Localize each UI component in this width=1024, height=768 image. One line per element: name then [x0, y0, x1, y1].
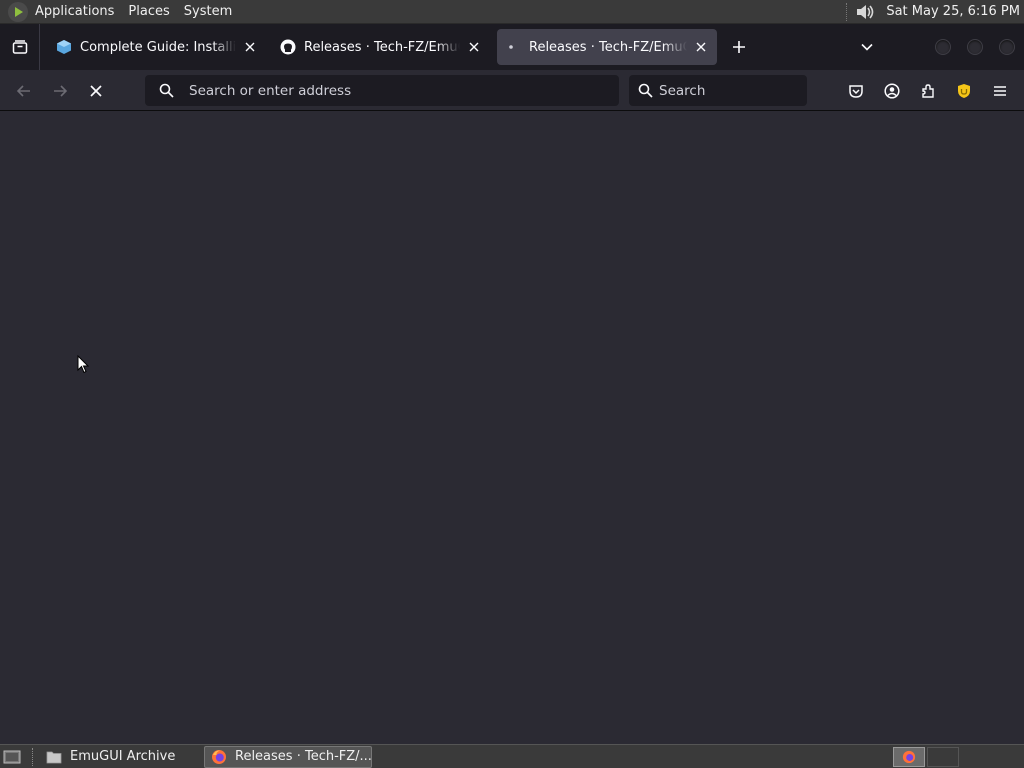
firefox-icon: [211, 749, 227, 765]
account-button[interactable]: [880, 79, 904, 103]
folder-icon: [46, 749, 62, 765]
mouse-cursor-icon: [77, 354, 90, 379]
panel-clock[interactable]: Sat May 25, 6:16 PM: [876, 4, 1024, 19]
tab-complete-guide[interactable]: Complete Guide: Installing and: [48, 29, 266, 65]
system-logo-icon[interactable]: [8, 1, 28, 22]
forward-button[interactable]: [48, 79, 72, 103]
system-menu[interactable]: System: [177, 0, 239, 24]
tab-label: Complete Guide: Installing and: [80, 39, 236, 55]
puzzle-cube-icon: [56, 39, 72, 55]
new-tab-button[interactable]: [728, 36, 750, 58]
arrow-right-icon: [54, 85, 68, 97]
account-icon: [884, 83, 900, 99]
nav-toolbar: [0, 70, 1024, 111]
task-label: EmuGUI Archive: [70, 749, 176, 764]
back-button[interactable]: [12, 79, 36, 103]
page-content[interactable]: [0, 111, 1024, 744]
show-desktop-button[interactable]: [0, 745, 24, 768]
pocket-button[interactable]: [844, 79, 868, 103]
volume-icon[interactable]: [854, 2, 876, 22]
firefox-view-button[interactable]: [0, 24, 40, 70]
stop-x-icon: [90, 85, 102, 97]
search-input[interactable]: [659, 82, 830, 99]
top-panel: Applications Places System Sat May 25, 6…: [0, 0, 1024, 24]
places-menu[interactable]: Places: [121, 0, 176, 24]
address-bar[interactable]: [145, 75, 619, 106]
pocket-icon: [849, 85, 863, 98]
panel-tray: Sat May 25, 6:16 PM: [846, 0, 1024, 24]
hamburger-menu-icon: [994, 86, 1006, 96]
extensions-button[interactable]: [916, 79, 940, 103]
shield-icon: [958, 84, 970, 98]
show-desktop-icon: [3, 750, 21, 763]
address-input[interactable]: [189, 82, 619, 99]
tab-label: Releases · Tech-FZ/EmuGUI: [304, 39, 460, 55]
github-icon: [280, 39, 296, 55]
minimize-window-button[interactable]: [935, 39, 951, 55]
search-icon: [158, 83, 174, 99]
puzzle-piece-icon: [922, 84, 934, 98]
firefox-icon: [902, 750, 916, 764]
tab-bar: Complete Guide: Installing and Releases …: [0, 24, 1024, 70]
tray-separator: [846, 2, 848, 21]
close-tab-icon[interactable]: [466, 39, 482, 55]
task-firefox-releases[interactable]: Releases · Tech-FZ/...: [204, 745, 372, 768]
applications-menu[interactable]: Applications: [28, 0, 121, 24]
loading-dot-icon: [505, 39, 521, 55]
list-all-tabs-button[interactable]: [856, 36, 878, 58]
vpn-extension-button[interactable]: [952, 79, 976, 103]
tab-releases-1[interactable]: Releases · Tech-FZ/EmuGUI: [272, 29, 490, 65]
arrow-left-icon: [16, 85, 30, 97]
task-emugui-archive[interactable]: EmuGUI Archive: [40, 746, 198, 768]
close-window-button[interactable]: [999, 39, 1015, 55]
tab-releases-active[interactable]: Releases · Tech-FZ/EmuGUI: [497, 29, 717, 65]
stop-button[interactable]: [84, 79, 108, 103]
search-icon: [638, 83, 653, 99]
app-menu-button[interactable]: [988, 79, 1012, 103]
bottom-taskbar: EmuGUI Archive Releases · Tech-FZ/...: [0, 744, 1024, 768]
maximize-window-button[interactable]: [967, 39, 983, 55]
top-menu: Applications Places System: [0, 0, 239, 24]
close-tab-icon[interactable]: [242, 39, 258, 55]
workspace-2[interactable]: [927, 747, 959, 767]
chevron-down-icon: [861, 43, 873, 51]
search-bar[interactable]: [629, 75, 830, 106]
taskbar-separator: [32, 747, 36, 766]
workspace-1[interactable]: [893, 747, 925, 767]
task-label: Releases · Tech-FZ/...: [235, 749, 372, 764]
tab-label: Releases · Tech-FZ/EmuGUI: [529, 39, 687, 55]
close-tab-icon[interactable]: [693, 39, 709, 55]
plus-icon: [733, 41, 745, 53]
firefox-view-icon: [12, 40, 27, 54]
